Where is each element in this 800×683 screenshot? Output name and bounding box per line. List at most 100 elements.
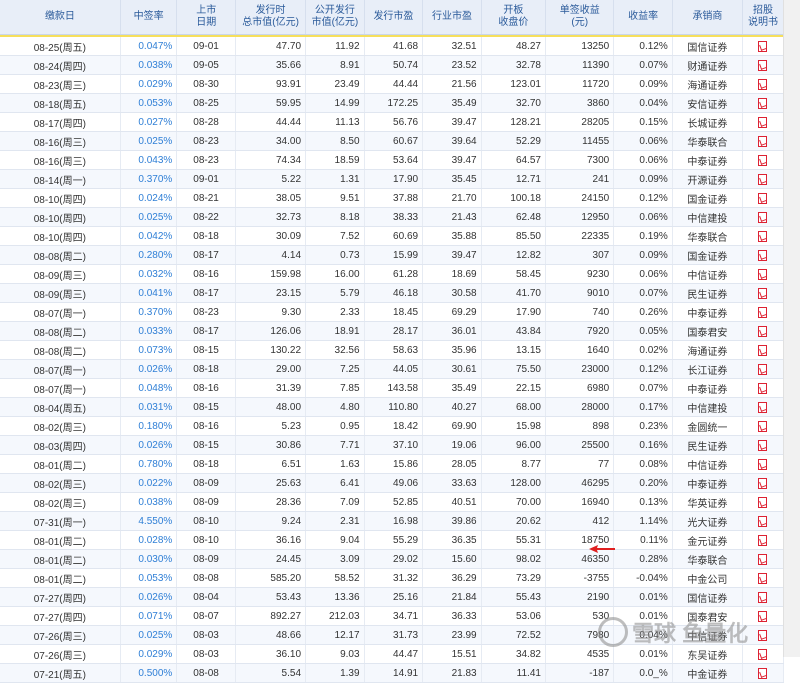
pdf-icon[interactable] xyxy=(758,287,768,299)
pdf-icon[interactable] xyxy=(758,211,768,223)
pdf-icon[interactable] xyxy=(758,306,768,318)
pdf-icon[interactable] xyxy=(758,249,768,261)
cell-rate[interactable]: 0.073% xyxy=(121,341,178,359)
prospectus-cell[interactable] xyxy=(743,474,784,492)
pdf-icon[interactable] xyxy=(758,325,768,337)
cell-rate[interactable]: 0.780% xyxy=(121,455,178,473)
prospectus-cell[interactable] xyxy=(743,189,784,207)
cell-rate[interactable]: 0.025% xyxy=(121,132,178,150)
prospectus-cell[interactable] xyxy=(743,493,784,511)
cell-rate[interactable]: 0.031% xyxy=(121,398,178,416)
cell-rate[interactable]: 0.071% xyxy=(121,607,178,625)
cell-rate[interactable]: 0.043% xyxy=(121,151,178,169)
pdf-icon[interactable] xyxy=(758,192,768,204)
cell-rate[interactable]: 4.550% xyxy=(121,512,178,530)
column-header[interactable]: 行业市盈 xyxy=(423,0,482,34)
cell-rate[interactable]: 0.370% xyxy=(121,170,178,188)
column-header[interactable]: 收益率 xyxy=(614,0,673,34)
prospectus-cell[interactable] xyxy=(743,227,784,245)
prospectus-cell[interactable] xyxy=(743,246,784,264)
vertical-scrollbar[interactable] xyxy=(783,0,800,657)
prospectus-cell[interactable] xyxy=(743,303,784,321)
cell-rate[interactable]: 0.042% xyxy=(121,227,178,245)
prospectus-cell[interactable] xyxy=(743,265,784,283)
prospectus-cell[interactable] xyxy=(743,170,784,188)
cell-rate[interactable]: 0.041% xyxy=(121,284,178,302)
column-header[interactable]: 开板 收盘价 xyxy=(482,0,547,34)
cell-rate[interactable]: 0.026% xyxy=(121,588,178,606)
pdf-icon[interactable] xyxy=(758,154,768,166)
column-header[interactable]: 招股 说明书 xyxy=(743,0,785,34)
column-header[interactable]: 发行市盈 xyxy=(365,0,424,34)
pdf-icon[interactable] xyxy=(758,135,768,147)
prospectus-cell[interactable] xyxy=(743,455,784,473)
cell-rate[interactable]: 0.033% xyxy=(121,322,178,340)
column-header[interactable]: 缴款日 xyxy=(0,0,121,34)
pdf-icon[interactable] xyxy=(758,97,768,109)
pdf-icon[interactable] xyxy=(758,268,768,280)
pdf-icon[interactable] xyxy=(758,667,768,679)
pdf-icon[interactable] xyxy=(758,230,768,242)
pdf-icon[interactable] xyxy=(758,78,768,90)
pdf-icon[interactable] xyxy=(758,420,768,432)
column-header[interactable]: 承销商 xyxy=(673,0,744,34)
prospectus-cell[interactable] xyxy=(743,284,784,302)
cell-rate[interactable]: 0.028% xyxy=(121,531,178,549)
pdf-icon[interactable] xyxy=(758,496,768,508)
prospectus-cell[interactable] xyxy=(743,664,784,682)
pdf-icon[interactable] xyxy=(758,344,768,356)
pdf-icon[interactable] xyxy=(758,591,768,603)
cell-rate[interactable]: 0.025% xyxy=(121,626,178,644)
cell-rate[interactable]: 0.370% xyxy=(121,303,178,321)
prospectus-cell[interactable] xyxy=(743,379,784,397)
cell-rate[interactable]: 0.047% xyxy=(121,37,178,55)
prospectus-cell[interactable] xyxy=(743,512,784,530)
cell-rate[interactable]: 0.032% xyxy=(121,265,178,283)
pdf-icon[interactable] xyxy=(758,363,768,375)
cell-rate[interactable]: 0.027% xyxy=(121,113,178,131)
pdf-icon[interactable] xyxy=(758,458,768,470)
cell-rate[interactable]: 0.029% xyxy=(121,645,178,663)
prospectus-cell[interactable] xyxy=(743,37,784,55)
pdf-icon[interactable] xyxy=(758,515,768,527)
prospectus-cell[interactable] xyxy=(743,436,784,454)
prospectus-cell[interactable] xyxy=(743,531,784,549)
cell-rate[interactable]: 0.280% xyxy=(121,246,178,264)
column-header[interactable]: 公开发行 市值(亿元) xyxy=(306,0,365,34)
prospectus-cell[interactable] xyxy=(743,208,784,226)
cell-rate[interactable]: 0.022% xyxy=(121,474,178,492)
cell-rate[interactable]: 0.029% xyxy=(121,75,178,93)
pdf-icon[interactable] xyxy=(758,116,768,128)
pdf-icon[interactable] xyxy=(758,40,768,52)
prospectus-cell[interactable] xyxy=(743,417,784,435)
cell-rate[interactable]: 0.053% xyxy=(121,94,178,112)
column-header[interactable]: 单签收益 (元) xyxy=(546,0,615,34)
prospectus-cell[interactable] xyxy=(743,588,784,606)
pdf-icon[interactable] xyxy=(758,553,768,565)
cell-rate[interactable]: 0.038% xyxy=(121,56,178,74)
cell-rate[interactable]: 0.026% xyxy=(121,360,178,378)
column-header[interactable]: 中签率 xyxy=(121,0,178,34)
pdf-icon[interactable] xyxy=(758,59,768,71)
cell-rate[interactable]: 0.030% xyxy=(121,550,178,568)
prospectus-cell[interactable] xyxy=(743,151,784,169)
cell-rate[interactable]: 0.025% xyxy=(121,208,178,226)
prospectus-cell[interactable] xyxy=(743,550,784,568)
column-header[interactable]: 发行时 总市值(亿元) xyxy=(236,0,307,34)
pdf-icon[interactable] xyxy=(758,534,768,546)
prospectus-cell[interactable] xyxy=(743,360,784,378)
cell-rate[interactable]: 0.180% xyxy=(121,417,178,435)
prospectus-cell[interactable] xyxy=(743,94,784,112)
pdf-icon[interactable] xyxy=(758,382,768,394)
cell-rate[interactable]: 0.026% xyxy=(121,436,178,454)
pdf-icon[interactable] xyxy=(758,572,768,584)
cell-rate[interactable]: 0.053% xyxy=(121,569,178,587)
prospectus-cell[interactable] xyxy=(743,398,784,416)
cell-rate[interactable]: 0.024% xyxy=(121,189,178,207)
prospectus-cell[interactable] xyxy=(743,322,784,340)
prospectus-cell[interactable] xyxy=(743,132,784,150)
cell-rate[interactable]: 0.038% xyxy=(121,493,178,511)
pdf-icon[interactable] xyxy=(758,173,768,185)
pdf-icon[interactable] xyxy=(758,439,768,451)
prospectus-cell[interactable] xyxy=(743,569,784,587)
